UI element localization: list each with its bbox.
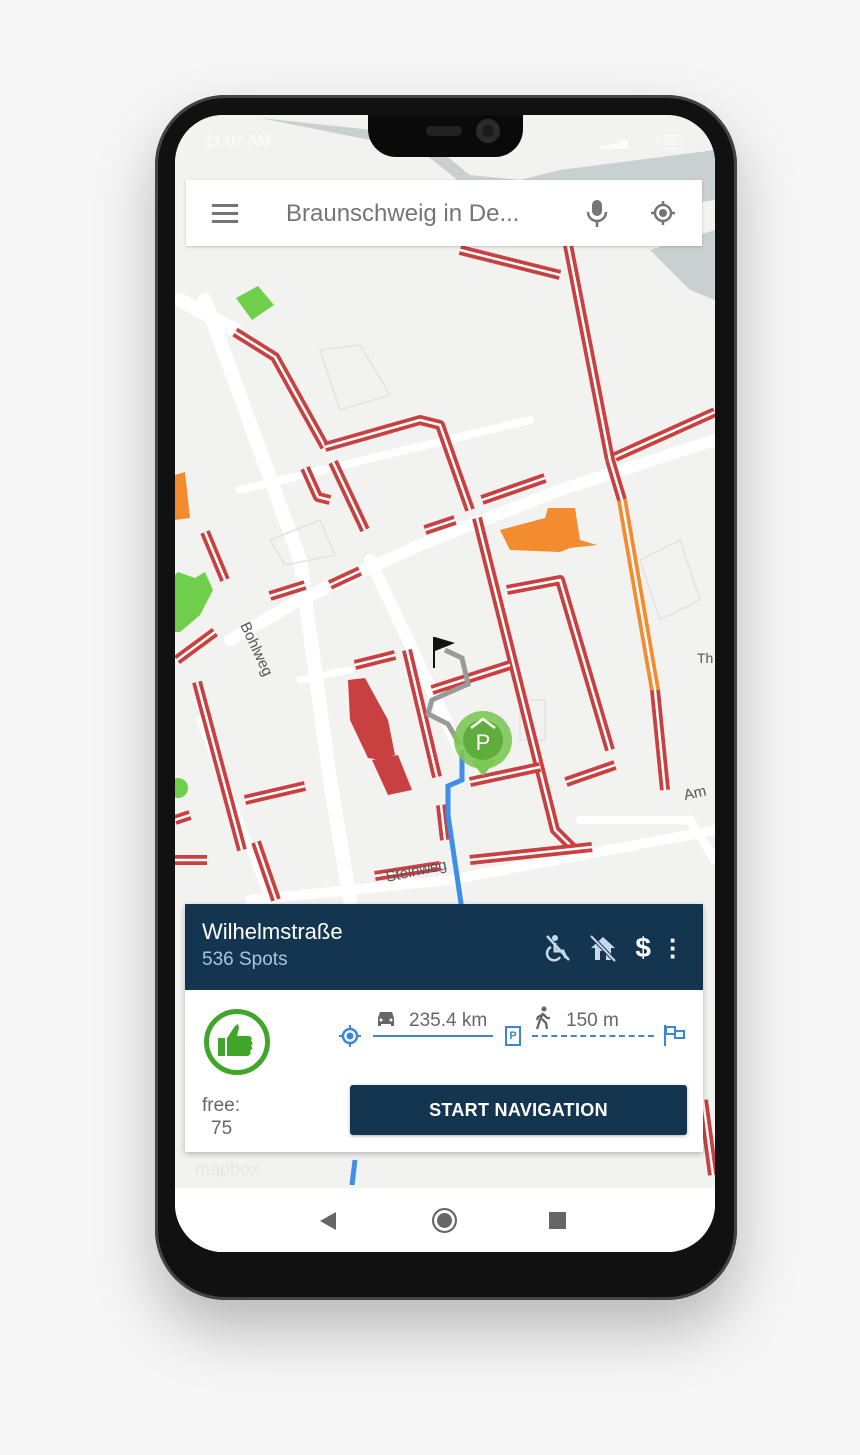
- wifi-icon: ◠: [635, 133, 648, 149]
- android-nav-bar: [175, 1188, 715, 1252]
- no-wheelchair-icon: [546, 935, 571, 962]
- parking-info-panel: Wilhelmstraße 536 Spots $ · · · free: 75 2…: [185, 904, 703, 1152]
- free-spots: free: 75: [202, 1094, 240, 1140]
- battery-icon: 52: [655, 134, 685, 149]
- thumbs-up-icon: [204, 1009, 270, 1075]
- no-covered-parking-icon: [589, 934, 617, 962]
- paid-parking-icon: $: [635, 932, 651, 963]
- gps-locate-icon[interactable]: [650, 200, 676, 226]
- parking-p-icon: P: [505, 1026, 521, 1046]
- free-label: free:: [202, 1095, 241, 1116]
- walk-distance: 150 m: [566, 1010, 619, 1031]
- free-count: 75: [211, 1118, 233, 1139]
- walk-line: [532, 1035, 654, 1037]
- signal-icon: ▂▃▅: [600, 134, 628, 149]
- car-icon: [378, 1012, 394, 1026]
- search-input[interactable]: Braunschweig in De...: [286, 200, 519, 228]
- camera-notch: [368, 115, 523, 157]
- panel-header[interactable]: Wilhelmstraße 536 Spots $ · · ·: [185, 904, 703, 990]
- walking-icon: [535, 1006, 550, 1030]
- microphone-icon[interactable]: [586, 198, 608, 228]
- svg-text:P: P: [476, 730, 491, 755]
- spots-count: 536 Spots: [202, 949, 288, 970]
- drive-line: [373, 1035, 493, 1037]
- recents-button[interactable]: [549, 1212, 566, 1229]
- status-time: 11:07 AM: [205, 133, 272, 150]
- start-navigation-button[interactable]: START NAVIGATION: [350, 1085, 687, 1135]
- mapbox-attribution[interactable]: mapbox: [195, 1159, 259, 1179]
- home-button[interactable]: [432, 1208, 457, 1233]
- back-button[interactable]: [320, 1212, 336, 1230]
- parking-title: Wilhelmstraße: [202, 919, 343, 944]
- more-vert-icon[interactable]: · · ·: [669, 927, 678, 969]
- search-bar[interactable]: Braunschweig in De...: [186, 180, 702, 246]
- status-icons: ▂▃▅ ◠ 52: [600, 133, 695, 150]
- hamburger-menu-icon[interactable]: [212, 204, 238, 228]
- map-label-th: Th: [697, 650, 713, 666]
- drive-distance: 235.4 km: [409, 1010, 488, 1031]
- destination-flag-icon: [664, 1025, 685, 1046]
- my-location-icon: [339, 1025, 361, 1047]
